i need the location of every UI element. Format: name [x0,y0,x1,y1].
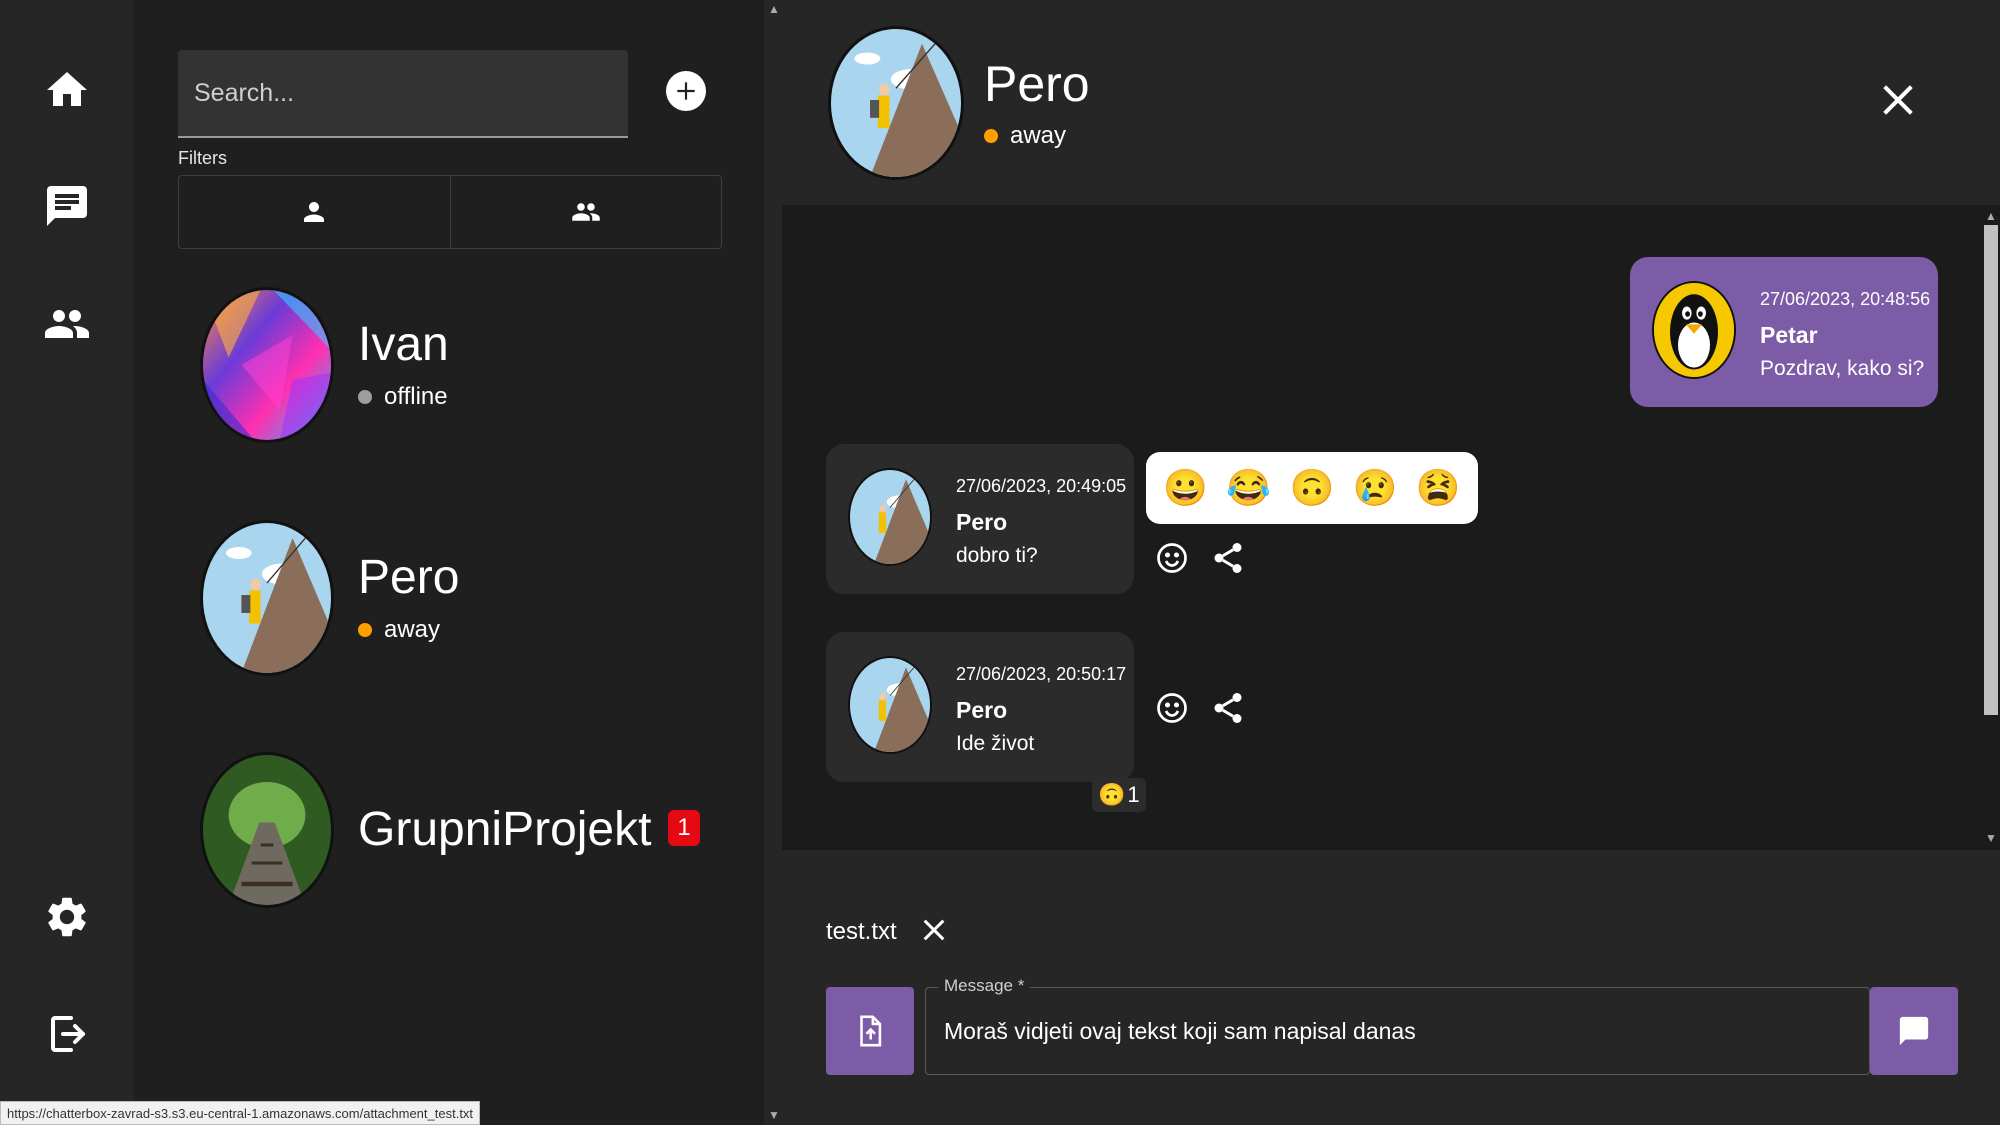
chat-icon [47,186,87,226]
add-reaction-button[interactable] [1154,540,1190,576]
contact-name: Ivan [358,318,449,371]
unread-badge: 1 [668,810,700,846]
nav-logout-button[interactable] [41,1008,93,1060]
filter-groups-button[interactable] [449,176,722,248]
status-dot [358,623,372,637]
nav-home-button[interactable] [41,64,93,116]
smiley-icon [1157,543,1187,573]
group-icon [45,310,89,338]
contact-status: away [358,616,440,644]
message-field[interactable]: Message * [925,976,1870,1075]
file-upload-icon [860,1015,882,1047]
nav-chats-button[interactable] [41,180,93,232]
message-author: Pero [956,509,1008,535]
chat-title: Pero [984,56,1090,112]
home-icon [47,72,87,106]
chat-status: away [984,122,1066,150]
message-timestamp: 27/06/2023, 20:49:05 [956,476,1127,496]
nav-rail [0,0,134,1125]
settings-icon [48,897,86,937]
message-author: Pero [956,697,1008,723]
contact-item-grupniprojekt[interactable]: GrupniProjekt [200,752,740,912]
message-author: Petar [1760,322,1818,348]
remove-attachment-button[interactable] [918,914,950,946]
status-text: offline [384,383,448,410]
close-chat-button[interactable] [1878,80,1918,120]
person-icon [304,202,325,222]
nav-groups-button[interactable] [41,298,93,350]
add-reaction-button[interactable] [1154,690,1190,726]
attachment-name: test.txt [826,918,897,945]
message-timestamp: 27/06/2023, 20:48:56 [1760,289,1931,309]
contacts-panel: Filters Ivan offline [134,0,764,1125]
send-message-icon [1899,1016,1929,1046]
filter-people-button[interactable] [179,176,450,248]
emoji-option[interactable]: 😫 [1416,467,1461,509]
message-bubble-own[interactable]: 27/06/2023, 20:48:56 Petar Pozdrav, kako… [1630,257,1938,407]
add-contact-button[interactable] [666,71,706,111]
reaction-chip[interactable]: 🙃 1 [1092,778,1146,812]
emoji-option[interactable]: 🙃 [1290,467,1335,509]
message-timestamp: 27/06/2023, 20:50:17 [956,664,1127,684]
smiley-icon [1157,693,1187,723]
scrollbar-thumb[interactable] [1984,225,1998,715]
contact-status: offline [358,383,448,411]
avatar [828,26,964,180]
message-composer: test.txt Message * [782,850,2000,1125]
scroll-down-icon[interactable]: ▼ [768,1108,780,1122]
send-button[interactable] [1870,987,1958,1075]
share-icon [1214,693,1242,723]
status-text: away [1010,122,1067,149]
group-icon [572,203,600,221]
reaction-emoji: 🙃 [1098,782,1126,807]
contact-item-pero[interactable]: Pero away [200,520,740,680]
avatar [200,287,334,443]
status-dot [984,129,998,143]
status-dot [358,390,372,404]
close-icon [923,919,945,941]
contact-name: GrupniProjekt [358,803,652,856]
plus-icon [677,82,695,100]
logout-icon [51,1016,85,1052]
avatar [1652,281,1736,379]
contact-name: Pero [358,551,460,604]
status-text: away [384,616,441,643]
browser-status-url: https://chatterbox-zavrad-s3.s3.eu-centr… [0,1101,481,1125]
message-scrollbar[interactable]: ▲ ▼ [1982,205,2000,850]
message-text: Ide život [956,732,1035,755]
search-field[interactable] [178,50,628,138]
scroll-down-icon[interactable]: ▼ [1985,831,1997,845]
scroll-up-icon[interactable]: ▲ [1985,209,1997,223]
search-input[interactable] [178,50,628,136]
emoji-option[interactable]: 😢 [1353,467,1398,509]
filters-label: Filters [178,148,227,168]
nav-settings-button[interactable] [41,891,93,943]
contact-item-ivan[interactable]: Ivan offline [200,287,740,447]
message-bubble[interactable]: 27/06/2023, 20:49:05 Pero dobro ti? [826,444,1134,594]
scroll-up-icon[interactable]: ▲ [768,2,780,16]
reaction-count: 1 [1127,782,1140,807]
avatar [200,752,334,908]
avatar [848,468,932,566]
message-text: Pozdrav, kako si? [1760,357,1925,380]
share-icon [1214,543,1242,573]
share-message-button[interactable] [1210,690,1246,726]
share-message-button[interactable] [1210,540,1246,576]
message-bubble[interactable]: 27/06/2023, 20:50:17 Pero Ide život [826,632,1134,782]
chat-header: Pero away [782,0,2000,205]
panel-scrollbar[interactable]: ▲ ▼ [764,0,782,1125]
message-input[interactable] [926,988,1869,1074]
close-icon [1883,85,1913,115]
avatar [848,656,932,754]
emoji-option[interactable]: 😀 [1163,467,1208,509]
emoji-picker: 😀 😂 🙃 😢 😫 [1146,452,1478,524]
filter-toggle-group [178,175,722,249]
message-text: dobro ti? [956,544,1038,567]
avatar [200,520,334,676]
upload-file-button[interactable] [826,987,914,1075]
emoji-option[interactable]: 😂 [1226,467,1271,509]
